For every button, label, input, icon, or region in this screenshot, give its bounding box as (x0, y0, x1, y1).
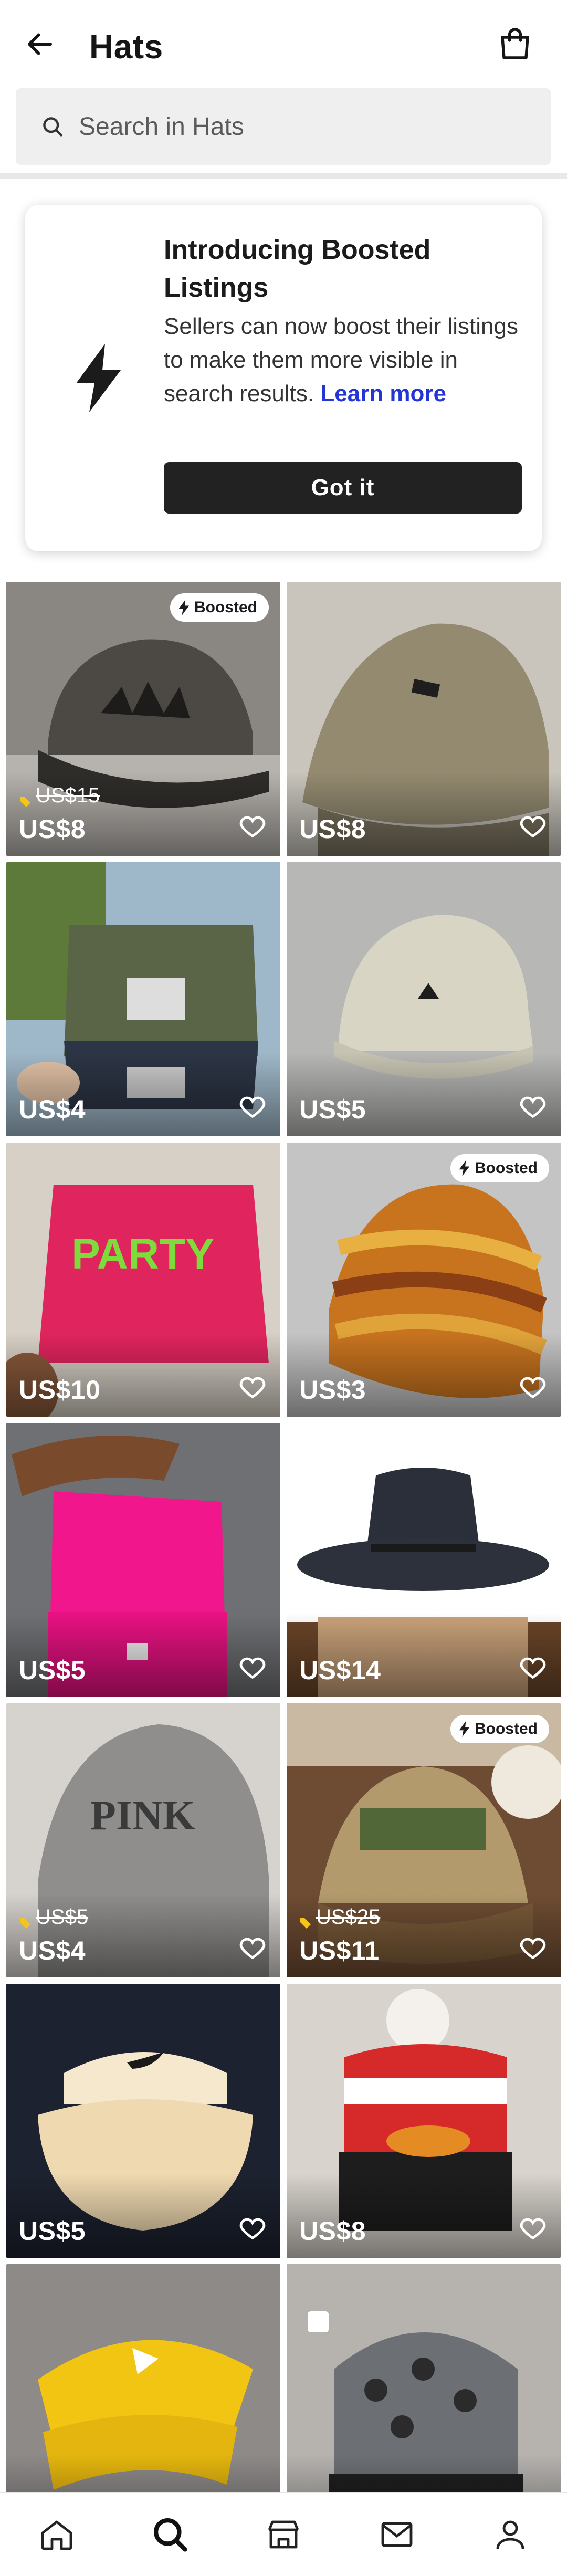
search-icon (37, 111, 68, 142)
listing-card[interactable]: PARTY US$10 (6, 1143, 280, 1417)
boosted-listings-banner: Introducing Boosted Listings Sellers can… (25, 205, 542, 551)
boosted-label: Boosted (475, 1720, 538, 1737)
boosted-label: Boosted (475, 1159, 538, 1177)
price-tag-icon (19, 1911, 32, 1929)
heart-icon[interactable] (237, 1652, 268, 1682)
listing-card[interactable]: Boosted US$3 (287, 1143, 561, 1417)
heart-icon[interactable] (518, 1932, 548, 1963)
boosted-badge: Boosted (170, 593, 269, 622)
listing-card[interactable]: Boosted US$25 US$11 (287, 1703, 561, 1977)
shopping-bag-icon (501, 28, 529, 59)
banner-body: Sellers can now boost their listings to … (164, 310, 526, 411)
lightning-icon (459, 1160, 470, 1176)
listing-card[interactable]: US$4 (6, 862, 280, 1136)
bottom-nav (0, 2492, 567, 2576)
lightning-icon (76, 344, 121, 412)
arrow-left-icon (28, 33, 52, 55)
banner-title: Introducing Boosted Listings (164, 235, 431, 303)
listing-card[interactable]: US$5 (6, 1423, 280, 1697)
listing-card[interactable]: US$5 (287, 862, 561, 1136)
listing-card[interactable]: US$8 (287, 582, 561, 856)
boosted-label: Boosted (194, 599, 257, 616)
got-it-button[interactable]: Got it (164, 462, 522, 514)
bag-button[interactable] (491, 20, 539, 67)
search-placeholder: Search in Hats (79, 112, 244, 141)
listing-card[interactable]: Boosted US$15 US$8 (6, 582, 280, 856)
listing-price: US$3 (299, 1375, 366, 1405)
lightning-icon (178, 600, 190, 615)
divider (0, 173, 567, 179)
listing-card[interactable]: US$8 (287, 1984, 561, 2258)
original-price-text: US$25 (316, 1905, 381, 1929)
listing-price: US$10 (19, 1375, 101, 1405)
heart-icon[interactable] (237, 811, 268, 841)
listing-price: US$11 (299, 1936, 380, 1965)
heart-icon[interactable] (237, 1371, 268, 1402)
listing-card[interactable]: US$5 (6, 1984, 280, 2258)
svg-text:PINK: PINK (90, 1793, 195, 1839)
price-tag-icon (299, 1911, 312, 1929)
listing-card[interactable]: US$14 (287, 1423, 561, 1697)
listing-price: US$5 (299, 1095, 366, 1124)
listing-price: US$5 (19, 2216, 86, 2246)
nav-inbox[interactable] (368, 2506, 426, 2563)
listing-card[interactable]: PINK US$5 US$4 (6, 1703, 280, 1977)
boosted-badge: Boosted (450, 1154, 549, 1182)
heart-icon[interactable] (518, 811, 548, 841)
heart-icon[interactable] (518, 2213, 548, 2243)
listing-price: US$5 (19, 1656, 86, 1685)
listing-price: US$14 (299, 1656, 381, 1685)
nav-shop[interactable] (255, 2506, 312, 2563)
learn-more-link[interactable]: Learn more (320, 381, 446, 406)
heart-icon[interactable] (237, 1932, 268, 1963)
lightning-icon (459, 1721, 470, 1737)
heart-icon[interactable] (518, 1091, 548, 1122)
heart-icon[interactable] (237, 2213, 268, 2243)
original-price-text: US$5 (36, 1905, 89, 1929)
original-price: US$5 (19, 1905, 88, 1929)
nav-search[interactable] (141, 2506, 199, 2563)
heart-icon[interactable] (518, 1371, 548, 1402)
listing-price: US$8 (299, 2216, 366, 2246)
heart-icon[interactable] (237, 1091, 268, 1122)
page-title: Hats (89, 28, 163, 66)
listings-grid: Boosted US$15 US$8 US$8 US$4 US$5 PARTY … (6, 582, 561, 2538)
home-icon (41, 2520, 72, 2550)
search-input[interactable]: Search in Hats (16, 88, 551, 165)
listing-price: US$8 (299, 814, 366, 844)
mail-icon (381, 2522, 413, 2547)
shop-icon (268, 2520, 299, 2549)
listing-price: US$8 (19, 814, 86, 844)
original-price-text: US$15 (36, 784, 100, 807)
heart-icon[interactable] (518, 1652, 548, 1682)
listing-price: US$4 (19, 1095, 86, 1124)
listing-price: US$4 (19, 1936, 86, 1965)
boosted-badge: Boosted (450, 1715, 549, 1743)
original-price: US$25 (299, 1905, 380, 1929)
nav-home[interactable] (28, 2506, 86, 2563)
original-price: US$15 (19, 784, 100, 808)
app-header: Hats (0, 0, 567, 84)
search-icon (153, 2518, 187, 2552)
svg-text:PARTY: PARTY (71, 1230, 214, 1278)
price-tag-icon (19, 790, 32, 807)
back-button[interactable] (21, 25, 59, 63)
profile-icon (496, 2520, 524, 2549)
nav-profile[interactable] (481, 2506, 539, 2563)
